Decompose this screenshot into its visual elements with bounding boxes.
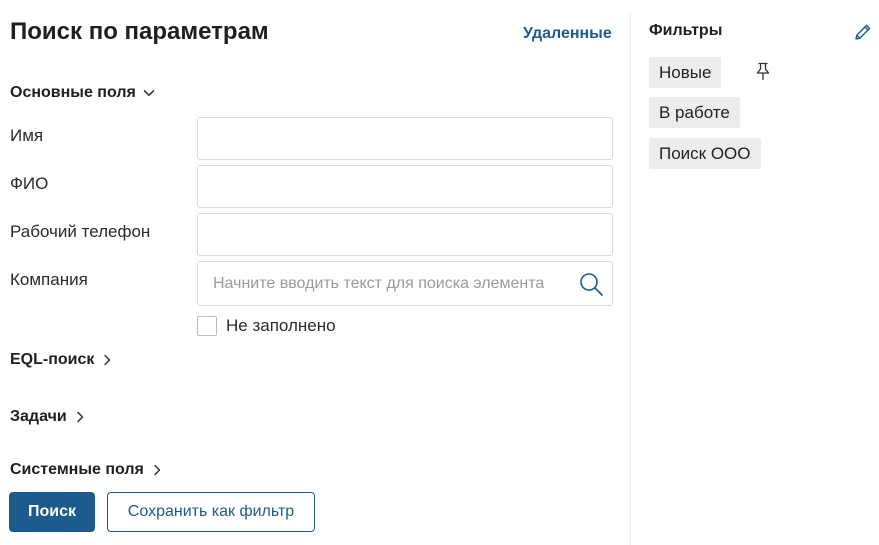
filter-chip[interactable]: Новые	[649, 57, 722, 88]
save-as-filter-button[interactable]: Сохранить как фильтр	[107, 492, 315, 532]
section-system-fields-label: Системные поля	[10, 461, 144, 478]
filters-title: Фильтры	[649, 22, 723, 39]
page-title: Поиск по параметрам	[10, 18, 269, 45]
full-name-label: ФИО	[10, 174, 49, 193]
pin-icon[interactable]	[753, 61, 773, 81]
section-eql-search[interactable]: EQL-поиск	[10, 351, 113, 369]
company-label: Компания	[10, 270, 88, 289]
chevron-right-icon	[101, 354, 113, 366]
search-button[interactable]: Поиск	[9, 492, 95, 532]
section-main-fields-label: Основные поля	[10, 84, 136, 101]
chevron-right-icon	[151, 464, 163, 476]
section-eql-search-label: EQL-поиск	[10, 351, 95, 368]
company-search-input[interactable]	[198, 262, 572, 305]
section-tasks-label: Задачи	[10, 408, 67, 425]
full-name-input[interactable]	[197, 165, 613, 208]
section-main-fields[interactable]: Основные поля	[10, 84, 155, 102]
filters-panel: Фильтры Новые В работе Поиск ООО	[631, 0, 879, 545]
not-filled-option[interactable]: Не заполнено	[197, 316, 336, 336]
name-input[interactable]	[197, 117, 613, 160]
not-filled-checkbox[interactable]	[197, 316, 217, 336]
chevron-right-icon	[74, 411, 86, 423]
name-label: Имя	[10, 126, 44, 145]
section-system-fields[interactable]: Системные поля	[10, 461, 163, 479]
company-search-field	[197, 261, 613, 306]
work-phone-label: Рабочий телефон	[10, 222, 151, 241]
search-panel: Поиск по параметрам Удаленные Основные п…	[0, 0, 630, 545]
section-tasks[interactable]: Задачи	[10, 408, 86, 426]
deleted-link[interactable]: Удаленные	[523, 25, 612, 43]
not-filled-label: Не заполнено	[226, 316, 336, 335]
chevron-down-icon	[143, 87, 155, 99]
filter-chip[interactable]: Поиск ООО	[649, 138, 761, 169]
work-phone-input[interactable]	[197, 213, 613, 256]
filter-chip[interactable]: В работе	[649, 97, 740, 128]
pencil-icon[interactable]	[853, 22, 873, 42]
search-icon[interactable]	[578, 271, 604, 297]
